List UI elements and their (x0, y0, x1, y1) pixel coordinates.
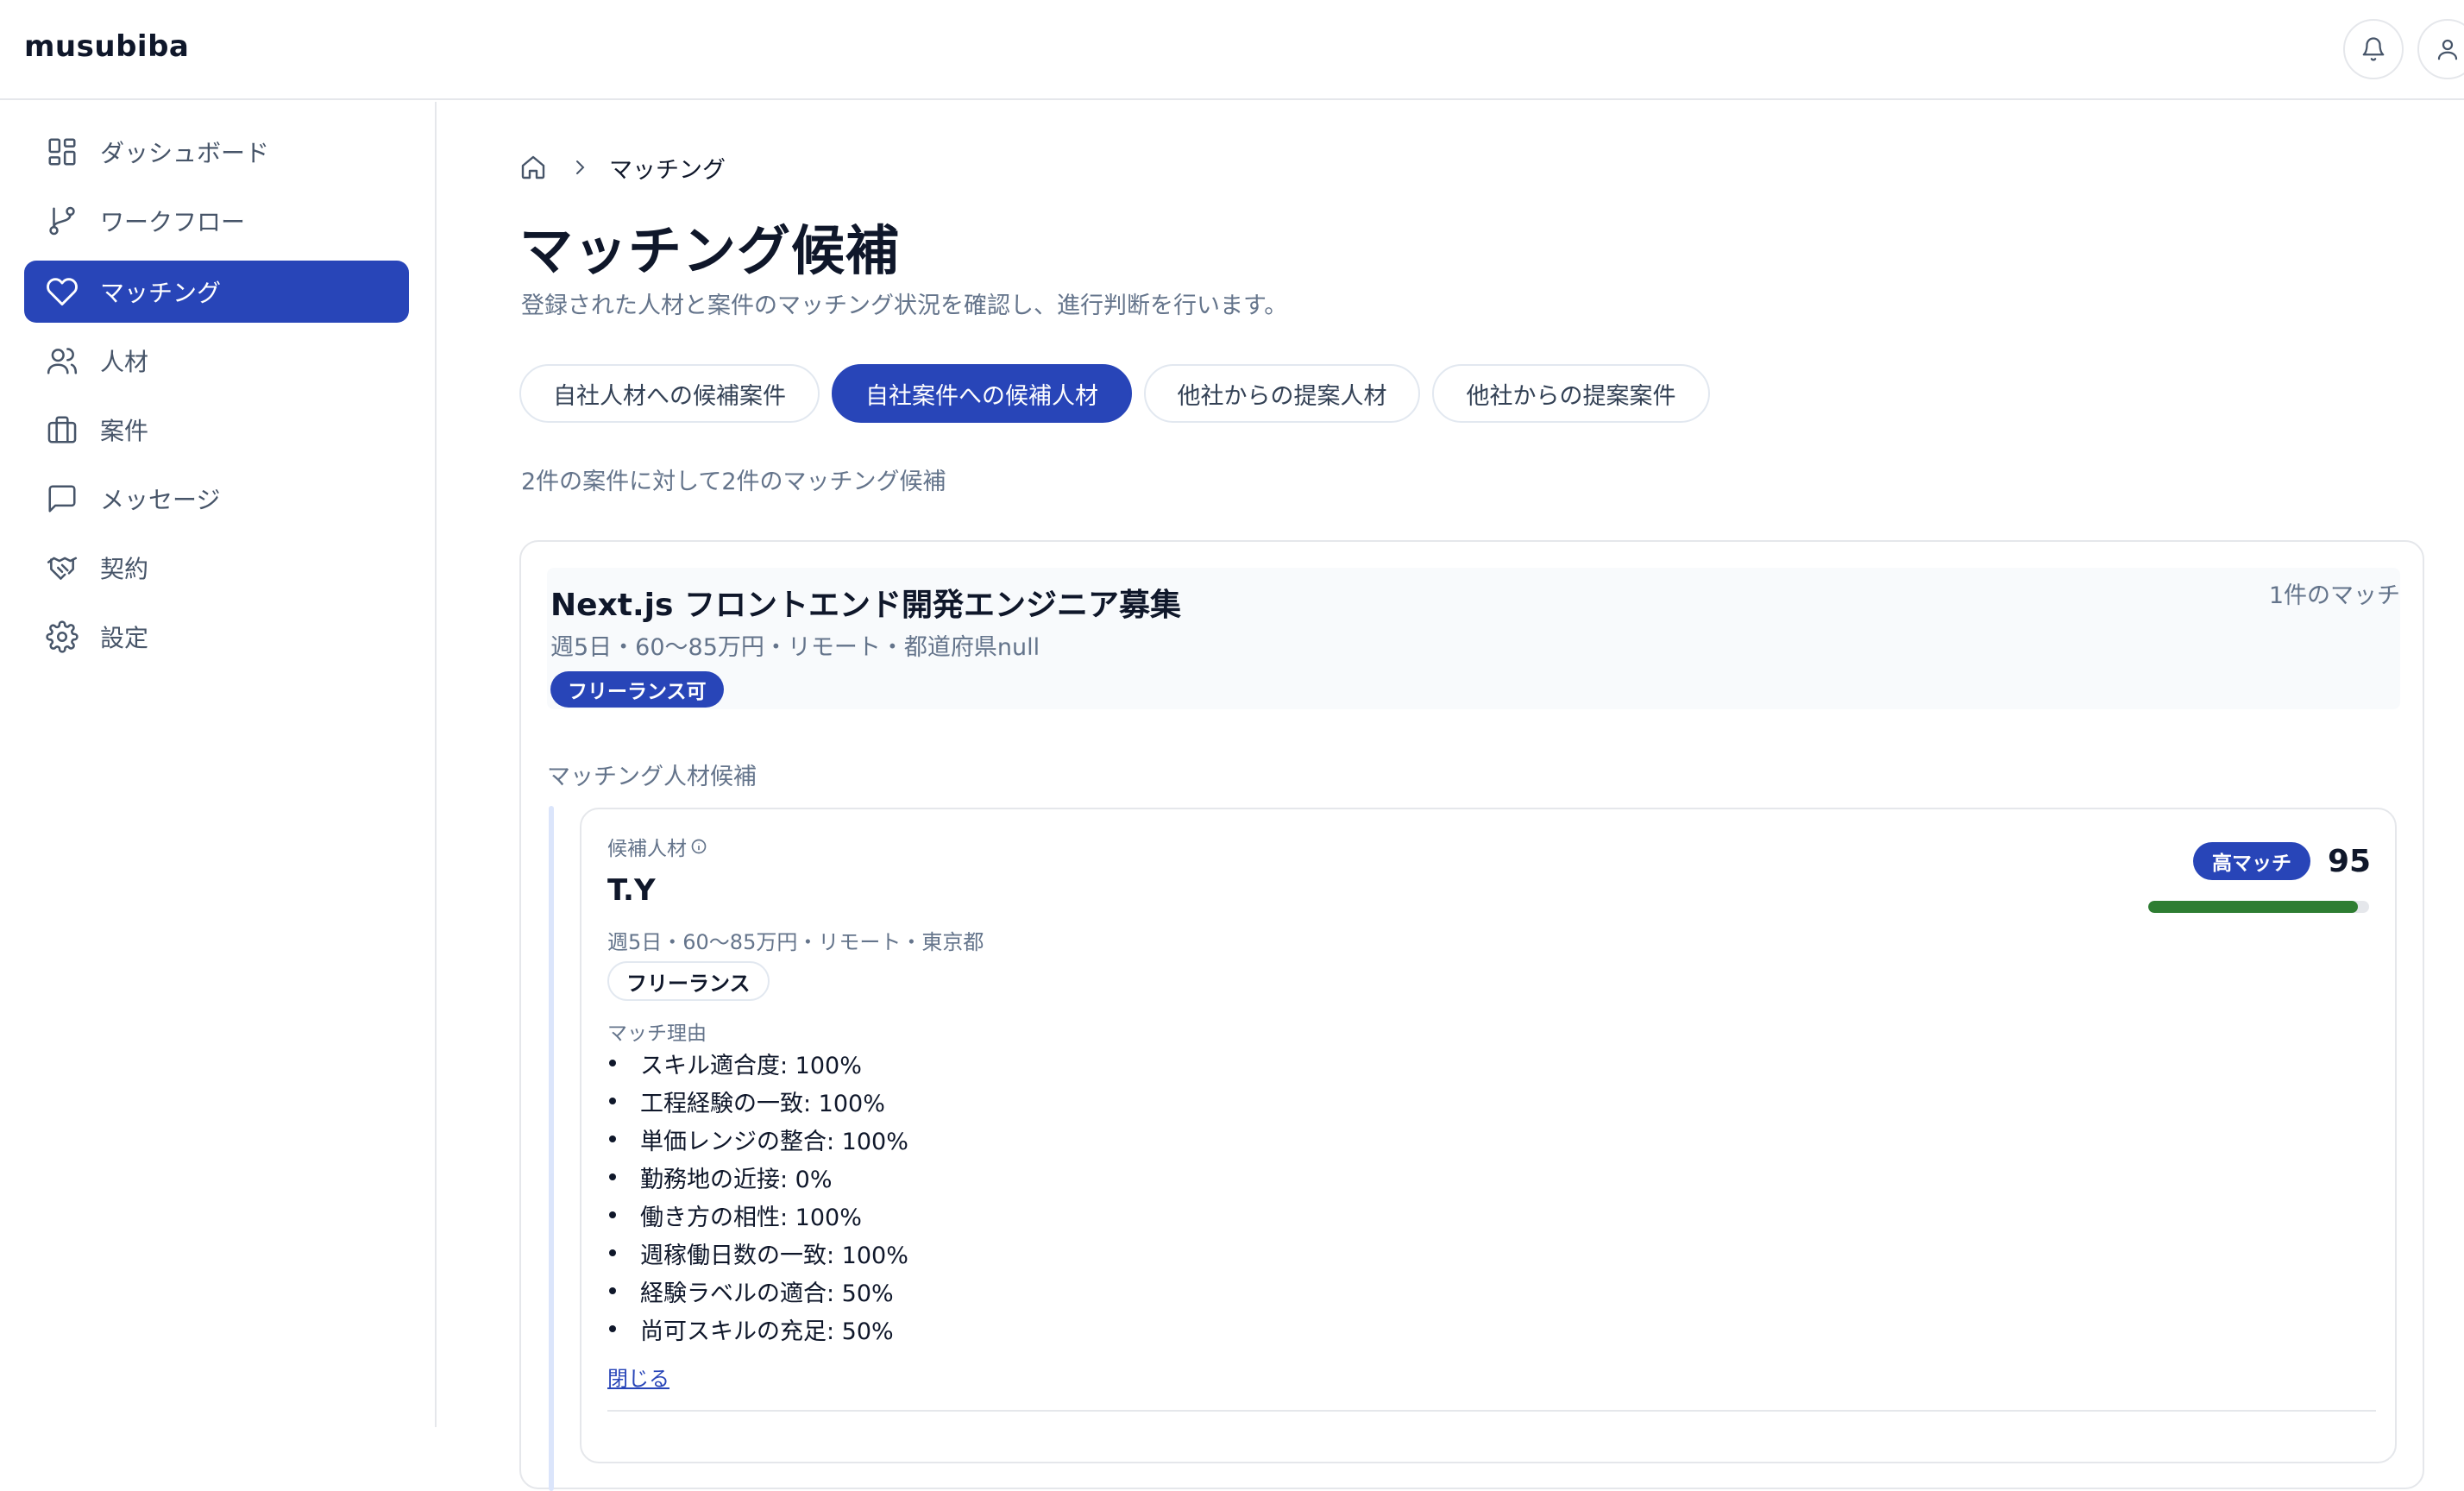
user-icon (2437, 39, 2458, 60)
sidebar-item-projects[interactable]: 案件 (24, 399, 409, 461)
sidebar-item-contracts[interactable]: 契約 (24, 537, 409, 599)
reason-list: スキル適合度: 100% 工程経験の一致: 100% 単価レンジの整合: 100… (607, 1044, 908, 1348)
candidate-meta: 週5日・60〜85万円・リモート・東京都 (607, 930, 984, 954)
match-count: 1件のマッチ (2268, 582, 2400, 609)
handshake-icon (31, 537, 93, 599)
list-item: スキル適合度: 100% (607, 1044, 908, 1082)
candidate-name[interactable]: T.Y (607, 873, 656, 908)
match-score: 95 (2328, 844, 2372, 879)
match-level-badge: 高マッチ (2193, 842, 2310, 880)
briefcase-icon (31, 399, 93, 461)
list-item: 尚可スキルの充足: 50% (607, 1310, 908, 1348)
sidebar-item-label: メッセージ (100, 486, 221, 514)
sidebar-item-messages[interactable]: メッセージ (24, 468, 409, 530)
sidebar-item-talent[interactable]: 人材 (24, 330, 409, 392)
user-menu-button[interactable] (2417, 19, 2464, 79)
score-bar-fill (2148, 901, 2359, 913)
message-icon (31, 468, 93, 530)
candidate-kicker: 候補人材 (607, 832, 707, 861)
close-reasons-link[interactable]: 閉じる (607, 1362, 669, 1392)
job-badge: フリーランス可 (550, 671, 724, 708)
gear-icon (31, 606, 93, 668)
page-description: 登録された人材と案件のマッチング状況を確認し、進行判断を行います。 (521, 293, 1288, 319)
sidebar-item-label: ダッシュボード (100, 139, 270, 167)
divider (607, 1410, 2376, 1412)
info-icon[interactable] (690, 838, 707, 855)
list-item: 工程経験の一致: 100% (607, 1082, 908, 1120)
sidebar-item-matching[interactable]: マッチング (24, 261, 409, 323)
top-bar: musubiba (0, 0, 2464, 100)
sidebar-item-label: 人材 (100, 348, 149, 376)
sidebar: ダッシュボード ワークフロー マッチング 人材 案件 メッセージ 契約 設定 (0, 102, 437, 1427)
sidebar-item-dashboard[interactable]: ダッシュボード (24, 121, 409, 183)
page-title: マッチング候補 (519, 219, 901, 282)
job-title[interactable]: Next.js フロントエンド開発エンジニア募集 (550, 580, 1181, 625)
candidate-kicker-label: 候補人材 (607, 838, 687, 860)
tab-partner-proposed-talent[interactable]: 他社からの提案人材 (1144, 364, 1420, 423)
tab-own-project-candidate-talent[interactable]: 自社案件への候補人材 (832, 364, 1132, 423)
job-header: Next.js フロントエンド開発エンジニア募集 週5日・60〜85万円・リモー… (547, 568, 2400, 709)
tab-own-talent-candidate-projects[interactable]: 自社人材への候補案件 (519, 364, 820, 423)
candidate-badge: フリーランス (607, 961, 770, 1001)
score-bar (2148, 901, 2369, 913)
breadcrumb: マッチング (519, 150, 726, 185)
list-item: 勤務地の近接: 0% (607, 1158, 908, 1196)
sidebar-item-label: 案件 (100, 417, 149, 445)
heart-icon (31, 261, 93, 323)
users-icon (31, 330, 93, 392)
app-logo[interactable]: musubiba (24, 29, 189, 64)
git-branch-icon (31, 190, 93, 252)
list-item: 働き方の相性: 100% (607, 1196, 908, 1234)
breadcrumb-home[interactable] (519, 154, 547, 181)
sidebar-item-label: ワークフロー (100, 208, 246, 236)
candidate-card: 候補人材 T.Y 週5日・60〜85万円・リモート・東京都 フリーランス マッチ… (580, 808, 2397, 1463)
candidate-rail (549, 806, 554, 1491)
sidebar-item-label: 設定 (100, 624, 149, 652)
reason-label: マッチ理由 (607, 1022, 707, 1045)
sidebar-item-settings[interactable]: 設定 (24, 606, 409, 668)
list-item: 経験ラベルの適合: 50% (607, 1272, 908, 1310)
sidebar-item-label: 契約 (100, 555, 149, 583)
notifications-button[interactable] (2343, 19, 2404, 79)
candidates-section-label: マッチング人材候補 (547, 764, 757, 790)
chevron-right-icon (569, 157, 590, 178)
tab-partner-proposed-projects[interactable]: 他社からの提案案件 (1432, 364, 1710, 423)
sidebar-item-workflow[interactable]: ワークフロー (24, 190, 409, 252)
list-item: 単価レンジの整合: 100% (607, 1120, 908, 1158)
bell-icon (2362, 37, 2385, 61)
match-summary: 2件の案件に対して2件のマッチング候補 (521, 469, 946, 495)
job-meta: 週5日・60〜85万円・リモート・都道府県null (550, 634, 1040, 661)
dashboard-icon (31, 121, 93, 183)
home-icon (521, 155, 545, 179)
breadcrumb-current: マッチング (609, 156, 726, 184)
sidebar-item-label: マッチング (100, 279, 222, 307)
list-item: 週稼働日数の一致: 100% (607, 1234, 908, 1272)
